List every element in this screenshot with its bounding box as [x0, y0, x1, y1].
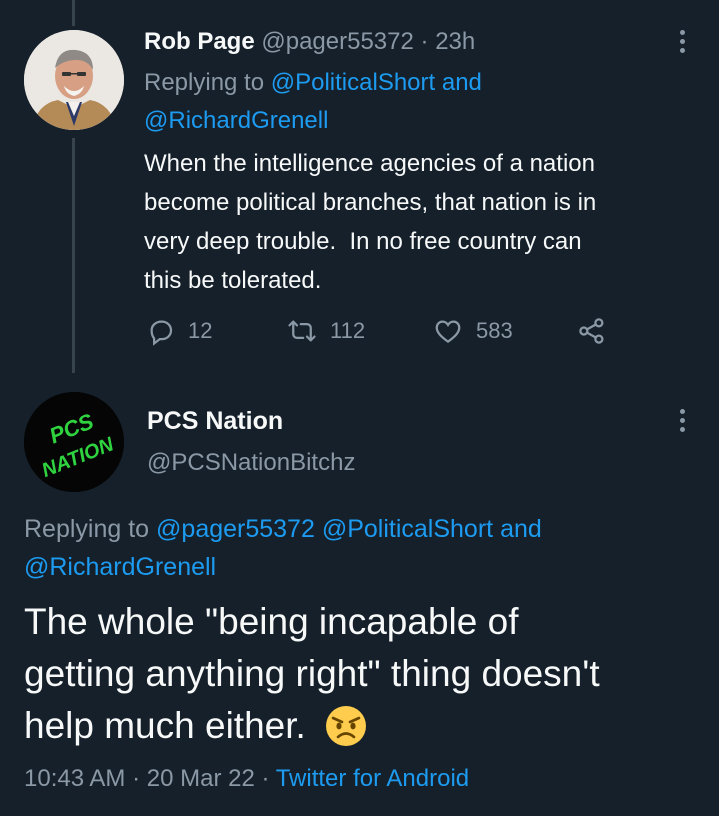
text-line: getting anything right" thing doesn't	[24, 653, 600, 694]
mention-link[interactable]: @RichardGrenell	[24, 553, 216, 581]
text-line: very deep trouble. In no free country ca…	[144, 228, 582, 255]
avatar[interactable]	[24, 30, 124, 130]
author-name[interactable]: PCS Nation	[147, 406, 283, 436]
avatar-photo	[24, 30, 124, 130]
author-name[interactable]: Rob Page	[144, 28, 255, 55]
text-line: help much either.	[24, 705, 306, 746]
heart-icon	[435, 320, 461, 344]
text-line-last: help much either.	[24, 700, 704, 752]
reply-button[interactable]: 12	[146, 316, 212, 346]
thread-line-bottom	[72, 138, 75, 373]
separator: ·	[261, 765, 270, 792]
tweet-source[interactable]: Twitter for Android	[276, 765, 469, 792]
author-handle[interactable]: @PCSNationBitchz	[147, 448, 355, 478]
retweet-count: 112	[330, 318, 366, 343]
tweet-text: When the intelligence agencies of a nati…	[144, 144, 704, 300]
share-button[interactable]	[577, 316, 607, 346]
tweet-date[interactable]: 20 Mar 22	[147, 765, 255, 792]
reply-count: 12	[188, 318, 213, 343]
replying-to-label: Replying to	[24, 515, 150, 543]
replying-to: Replying to @pager55372 @PoliticalShort …	[24, 510, 694, 586]
like-button[interactable]: 583	[432, 316, 513, 346]
author-handle[interactable]: @pager55372	[261, 28, 413, 55]
separator: ·	[420, 28, 429, 55]
replying-to-label: Replying to	[144, 69, 265, 96]
retweet-icon	[288, 320, 316, 342]
mention-link[interactable]: @PoliticalShort	[322, 515, 493, 543]
and-label: and	[500, 515, 542, 543]
like-count: 583	[476, 318, 513, 343]
tweet-time[interactable]: 10:43 AM	[24, 765, 125, 792]
more-options-icon[interactable]	[679, 409, 685, 432]
replying-to: Replying to @PoliticalShort and @Richard…	[144, 64, 684, 140]
angry-face-icon	[325, 706, 366, 746]
text-line: this be tolerated.	[144, 267, 322, 294]
pcs-nation-logo: PCS NATION	[24, 392, 124, 492]
thread-line-top	[72, 0, 75, 26]
mention-link[interactable]: @RichardGrenell	[144, 107, 328, 134]
mention-link[interactable]: @PoliticalShort	[271, 69, 435, 96]
text-line: The whole "being incapable of	[24, 601, 519, 642]
avatar[interactable]: PCS NATION	[24, 392, 124, 492]
text-line: When the intelligence agencies of a nati…	[144, 150, 595, 177]
tweet-meta: 10:43 AM · 20 Mar 22 · Twitter for Andro…	[24, 764, 469, 794]
retweet-button[interactable]: 112	[286, 316, 365, 346]
reply-tweet-header: Rob Page @pager55372 · 23h	[144, 27, 475, 57]
and-label: and	[441, 69, 482, 96]
separator: ·	[132, 765, 141, 792]
text-line: become political branches, that nation i…	[144, 189, 597, 216]
tweet-text: The whole "being incapable of getting an…	[24, 596, 704, 752]
reply-icon	[150, 320, 173, 346]
more-options-icon[interactable]	[679, 30, 685, 53]
mention-link[interactable]: @pager55372	[156, 515, 315, 543]
share-icon	[579, 318, 604, 344]
timestamp[interactable]: 23h	[435, 28, 475, 55]
